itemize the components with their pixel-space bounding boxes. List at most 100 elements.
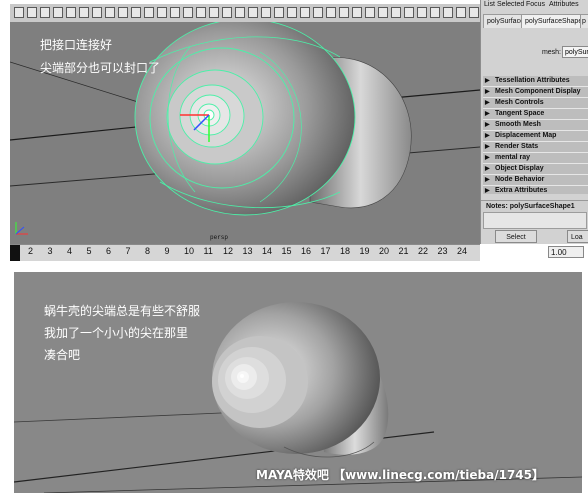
shelf-tool-icon[interactable] — [378, 7, 388, 18]
timeline-tick-label: 2 — [28, 246, 34, 256]
shelf-tool-icon[interactable] — [53, 7, 63, 18]
section-tessellation-attributes[interactable]: ▶ Tessellation Attributes — [483, 76, 588, 87]
section-object-display[interactable]: ▶ Object Display — [483, 164, 588, 175]
menu-focus[interactable]: Focus — [526, 1, 545, 8]
viewport-camera-label: persp — [210, 234, 229, 241]
expand-arrow-icon: ▶ — [485, 122, 490, 128]
timeline-tick-label: 19 — [359, 246, 370, 256]
perspective-viewport[interactable]: 把接口连接好 尖端部分也可以封口了 persp — [10, 22, 480, 244]
shelf-tool-icon[interactable] — [391, 7, 401, 18]
shelf-tool-icon[interactable] — [144, 7, 154, 18]
section-smooth-mesh[interactable]: ▶ Smooth Mesh — [483, 120, 588, 131]
shelf-tool-icon[interactable] — [313, 7, 323, 18]
expand-arrow-icon: ▶ — [485, 144, 490, 150]
tab-truncated[interactable]: p — [580, 14, 588, 28]
shelf-tool-icon[interactable] — [14, 7, 24, 18]
timeline-tick-label: 9 — [164, 246, 170, 256]
shelf-tool-icon[interactable] — [170, 7, 180, 18]
section-displacement-map[interactable]: ▶ Displacement Map — [483, 131, 588, 142]
timeline-tick-label: 10 — [184, 246, 195, 256]
shelf-tool-icon[interactable] — [300, 7, 310, 18]
section-mesh-component-display[interactable]: ▶ Mesh Component Display — [483, 87, 588, 98]
timeline-tick-label: 3 — [47, 246, 53, 256]
shelf-tool-icon[interactable] — [92, 7, 102, 18]
shelf-tool-icon[interactable] — [404, 7, 414, 18]
timeline-tick-label: 16 — [301, 246, 312, 256]
timeline-tick-label: 14 — [262, 246, 273, 256]
load-attributes-button[interactable]: Loa — [567, 230, 588, 243]
node-tabs: polySurface1 polySurfaceShape1 p — [481, 14, 588, 28]
mesh-label: mesh: — [541, 49, 561, 56]
timeline-tick-label: 11 — [203, 246, 213, 256]
time-marker[interactable] — [10, 245, 20, 261]
section-label: Extra Attributes — [495, 187, 548, 194]
notes-textarea[interactable] — [483, 212, 587, 229]
section-label: Render Stats — [495, 143, 539, 150]
annotation-line-1: 把接口连接好 — [40, 38, 113, 52]
timeline-tick-label: 8 — [145, 246, 151, 256]
section-label: mental ray — [495, 154, 531, 161]
shelf-tool-icon[interactable] — [248, 7, 258, 18]
timeline-tick-label: 6 — [106, 246, 112, 256]
current-time-field[interactable]: 1.00 — [548, 246, 584, 258]
shelf-tool-icon[interactable] — [287, 7, 297, 18]
shelf-tool-icon[interactable] — [40, 7, 50, 18]
shelf-tool-icon[interactable] — [66, 7, 76, 18]
annotation-line-2: 我加了一个小小的尖在那里 — [44, 326, 189, 340]
timeline-tick-label: 20 — [379, 246, 390, 256]
attribute-editor-menubar: List Selected Focus Attributes — [481, 0, 588, 11]
shelf-tool-icon[interactable] — [118, 7, 128, 18]
section-label: Mesh Component Display — [495, 88, 581, 95]
section-label: Node Behavior — [495, 176, 545, 183]
shelf-tool-icon[interactable] — [365, 7, 375, 18]
timeline-tick-label: 15 — [281, 246, 292, 256]
shelf-tool-icon[interactable] — [469, 7, 479, 18]
tab-polysurfaceshape1[interactable]: polySurfaceShape1 — [521, 14, 588, 28]
mesh-name-field[interactable]: polySurf — [562, 46, 588, 58]
mesh-name-row: mesh: polySurf — [481, 32, 588, 72]
shelf-tool-icon[interactable] — [430, 7, 440, 18]
shelf-tool-icon[interactable] — [183, 7, 193, 18]
section-tangent-space[interactable]: ▶ Tangent Space — [483, 109, 588, 120]
timeline-tick-label: 13 — [242, 246, 253, 256]
shelf-tool-icon[interactable] — [443, 7, 453, 18]
shelf-tool-icon[interactable] — [196, 7, 206, 18]
shelf-tool-icon[interactable] — [209, 7, 219, 18]
select-button[interactable]: Select — [495, 230, 537, 243]
shelf-toolbar — [10, 4, 480, 23]
section-label: Smooth Mesh — [495, 121, 541, 128]
section-node-behavior[interactable]: ▶ Node Behavior — [483, 175, 588, 186]
timeline-tick-label: 17 — [320, 246, 331, 256]
shelf-tool-icon[interactable] — [274, 7, 284, 18]
shelf-tool-icon[interactable] — [417, 7, 427, 18]
expand-arrow-icon: ▶ — [485, 100, 490, 106]
shelf-tool-icon[interactable] — [157, 7, 167, 18]
section-mesh-controls[interactable]: ▶ Mesh Controls — [483, 98, 588, 109]
annotation-line-2: 尖端部分也可以封口了 — [40, 61, 161, 75]
menu-list[interactable]: List — [484, 1, 495, 8]
menu-attributes[interactable]: Attributes — [549, 1, 579, 8]
timeline-tick-label: 7 — [125, 246, 131, 256]
timeline-tick-label: 22 — [418, 246, 429, 256]
expand-arrow-icon: ▶ — [485, 78, 490, 84]
shelf-tool-icon[interactable] — [339, 7, 349, 18]
timeline-tick-label: 5 — [86, 246, 92, 256]
shelf-tool-icon[interactable] — [27, 7, 37, 18]
shelf-tool-icon[interactable] — [456, 7, 466, 18]
section-mental-ray[interactable]: ▶ mental ray — [483, 153, 588, 164]
shelf-tool-icon[interactable] — [352, 7, 362, 18]
notes-header: Notes: polySurfaceShape1 — [481, 200, 588, 212]
shelf-tool-icon[interactable] — [261, 7, 271, 18]
menu-selected[interactable]: Selected — [497, 1, 524, 8]
shelf-tool-icon[interactable] — [105, 7, 115, 18]
shelf-tool-icon[interactable] — [222, 7, 232, 18]
maya-window-screenshot: 把接口连接好 尖端部分也可以封口了 persp 2 3 4 5 6 7 8 9 10 11 12 13… — [0, 0, 588, 262]
section-render-stats[interactable]: ▶ Render Stats — [483, 142, 588, 153]
time-slider[interactable]: 2 3 4 5 6 7 8 9 10 11 12 13 14 15 16 17 18 19 20 21 22 23 24 — [10, 244, 480, 261]
timeline-tick-label: 12 — [223, 246, 234, 256]
shelf-tool-icon[interactable] — [131, 7, 141, 18]
shelf-tool-icon[interactable] — [326, 7, 336, 18]
shelf-tool-icon[interactable] — [235, 7, 245, 18]
shelf-tool-icon[interactable] — [79, 7, 89, 18]
timeline-tick-label: 23 — [437, 246, 448, 256]
